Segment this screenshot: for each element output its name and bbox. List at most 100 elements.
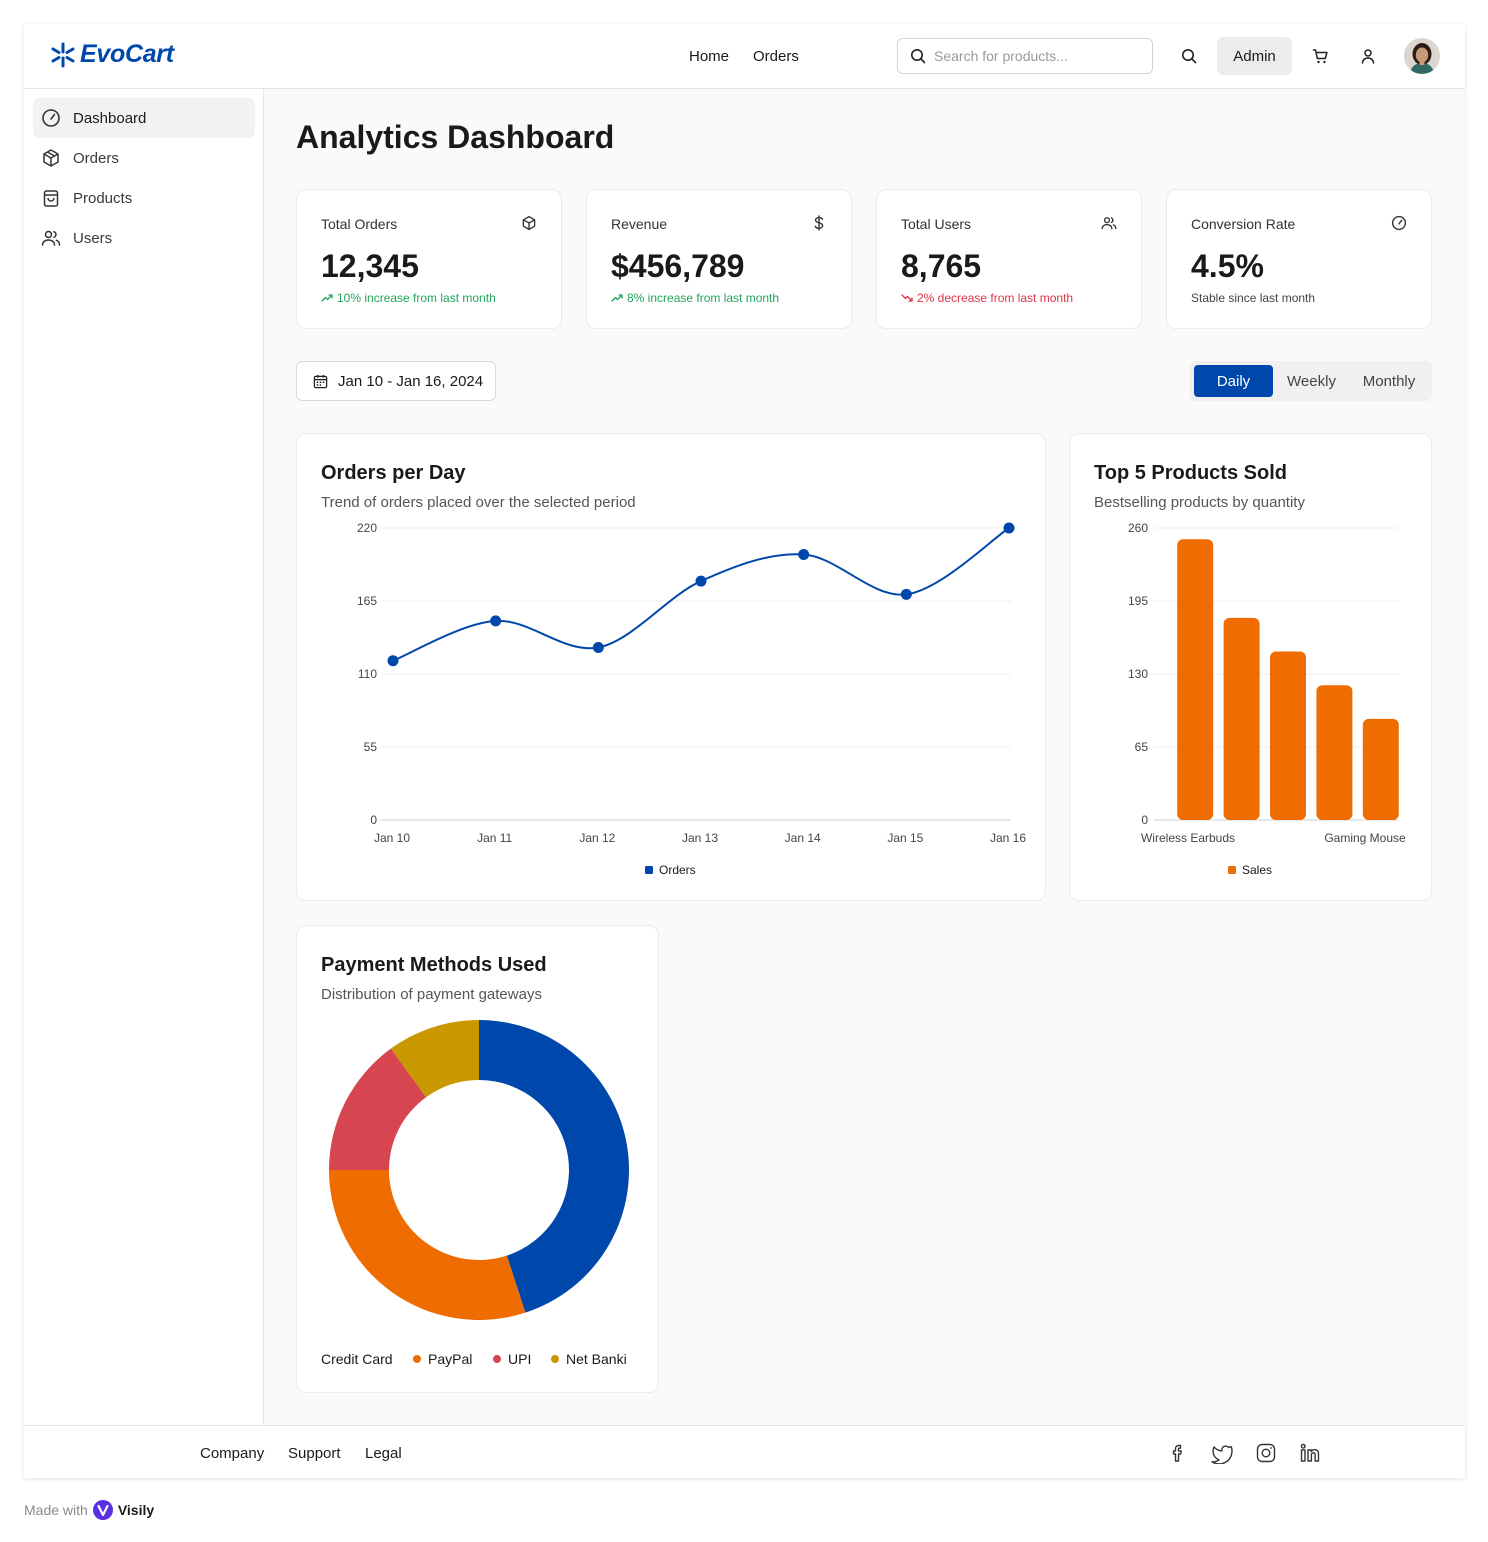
legend-label: Net Banki (566, 1351, 627, 1367)
x-tick-label: Jan 13 (682, 831, 718, 845)
facebook-icon[interactable] (1167, 1442, 1189, 1464)
search-box (897, 38, 1153, 74)
logo[interactable]: EvoCart (50, 40, 174, 69)
sales-bar (1270, 651, 1306, 820)
avatar-portrait-icon (1404, 38, 1440, 74)
stat-label: Total Users (901, 216, 972, 232)
search-button[interactable] (1177, 44, 1201, 68)
payments-donut-chart: Credit Card PayPal UPI Net Banki (321, 1020, 630, 1367)
made-with-brand: Visily (117, 1502, 155, 1518)
stat-label: Conversion Rate (1191, 216, 1296, 232)
sidebar-item-products[interactable]: Products (33, 178, 255, 218)
y-tick-label: 110 (358, 667, 377, 681)
top-header: EvoCart Home Orders Admin (24, 24, 1465, 89)
avatar[interactable] (1404, 38, 1440, 74)
y-tick-label: 195 (1128, 594, 1148, 608)
products-chart-card: Top 5 Products Sold Bestselling products… (1069, 433, 1432, 901)
search-input[interactable] (934, 48, 1144, 64)
footer-link-company[interactable]: Company (200, 1445, 264, 1462)
trend-down-icon (901, 294, 913, 302)
cart-button[interactable] (1308, 44, 1332, 68)
linkedin-icon[interactable] (1299, 1442, 1321, 1464)
stat-note-text: 10% increase from last month (337, 291, 496, 305)
orders-data-point (798, 549, 810, 561)
sidebar-item-dashboard[interactable]: Dashboard (33, 98, 255, 138)
twitter-icon[interactable] (1211, 1442, 1233, 1464)
stat-note: 10% increase from last month (321, 291, 496, 305)
nav-orders[interactable]: Orders (753, 48, 799, 65)
sidebar-item-users[interactable]: Users (33, 218, 255, 258)
legend-label: Orders (659, 863, 696, 877)
x-tick-label: Gaming Mouse (1324, 831, 1406, 845)
stat-value: $456,789 (611, 248, 745, 284)
period-toggle: Daily Weekly Monthly (1190, 361, 1432, 401)
stat-label: Revenue (611, 216, 668, 232)
visily-logo-icon (92, 1500, 113, 1520)
x-tick-label: Jan 15 (887, 831, 923, 845)
orders-chart-card: Orders per Day Trend of orders placed ov… (296, 433, 1046, 901)
stat-value: 12,345 (321, 248, 419, 284)
sales-bar (1316, 685, 1353, 820)
sidebar-item-label: Products (73, 189, 133, 207)
made-with-badge[interactable]: Made with Visily (24, 1500, 154, 1520)
sparkle-logo-icon (51, 42, 75, 67)
search-icon (1182, 49, 1197, 64)
footer-link-legal[interactable]: Legal (365, 1445, 402, 1462)
sales-bar (1177, 539, 1214, 820)
stat-value: 4.5% (1191, 248, 1264, 284)
sidebar-item-label: Orders (73, 149, 119, 167)
sales-bar (1362, 718, 1399, 820)
sidebar-item-label: Users (73, 229, 113, 247)
products-bar-chart: 0 65 130 195 260 Wireless Earbuds Gaming Mouse… (1128, 521, 1406, 877)
dollar-icon (814, 215, 824, 231)
period-monthly[interactable]: Monthly (1350, 365, 1428, 397)
legend-swatch (551, 1355, 559, 1363)
profile-button[interactable] (1356, 44, 1380, 68)
stat-note: 8% increase from last month (611, 291, 779, 305)
legend-swatch (493, 1355, 501, 1363)
stat-note-text: 2% decrease from last month (917, 291, 1074, 305)
y-tick-label: 220 (357, 521, 377, 535)
y-tick-label: 130 (1128, 667, 1148, 681)
x-tick-label: Jan 10 (374, 831, 410, 845)
package-icon (43, 149, 59, 167)
trend-up-icon (321, 294, 333, 302)
search-icon (911, 49, 926, 64)
nav-home[interactable]: Home (689, 48, 729, 65)
legend-label: PayPal (428, 1351, 472, 1367)
date-range-label: Jan 10 - Jan 16, 2024 (338, 372, 484, 390)
orders-data-point (387, 655, 399, 667)
period-weekly[interactable]: Weekly (1273, 365, 1350, 397)
stat-label: Total Orders (321, 216, 398, 232)
orders-data-point (695, 575, 707, 587)
stat-note: Stable since last month (1191, 291, 1315, 305)
y-tick-label: 0 (1141, 813, 1148, 827)
legend-swatch (645, 866, 653, 874)
sales-bar (1223, 617, 1260, 820)
y-tick-label: 0 (370, 813, 377, 827)
stat-note-text: 8% increase from last month (627, 291, 780, 305)
payments-chart-card: Payment Methods Used Distribution of pay… (296, 925, 659, 1393)
admin-button[interactable]: Admin (1217, 37, 1292, 75)
stat-card-revenue: Revenue $456,789 8% increase from last m… (586, 189, 852, 329)
orders-data-point (900, 588, 912, 600)
orders-line-chart: 0 55 110 165 220 Jan 10 Jan 11 Jan 12 Jan 13 Jan … (357, 521, 1026, 877)
stat-card-total-users: Total Users 8,765 2% decrease from last … (876, 189, 1142, 329)
y-tick-label: 165 (357, 594, 377, 608)
y-tick-label: 65 (1135, 740, 1149, 754)
legend-label: UPI (508, 1351, 531, 1367)
cart-icon (1312, 48, 1328, 63)
footer-link-support[interactable]: Support (288, 1445, 341, 1462)
x-tick-label: Jan 16 (990, 831, 1026, 845)
instagram-icon[interactable] (1255, 1442, 1277, 1464)
date-range-picker[interactable]: Jan 10 - Jan 16, 2024 (296, 361, 496, 401)
stat-value: 8,765 (901, 248, 982, 284)
logo-text: EvoCart (80, 40, 174, 68)
trend-up-icon (611, 294, 623, 302)
y-tick-label: 260 (1128, 521, 1148, 535)
x-tick-label: Wireless Earbuds (1141, 831, 1235, 845)
period-daily[interactable]: Daily (1194, 365, 1273, 397)
stat-note-text: Stable since last month (1191, 291, 1316, 305)
stat-card-conversion-rate: Conversion Rate 4.5% Stable since last m… (1166, 189, 1432, 329)
sidebar-item-orders[interactable]: Orders (33, 138, 255, 178)
